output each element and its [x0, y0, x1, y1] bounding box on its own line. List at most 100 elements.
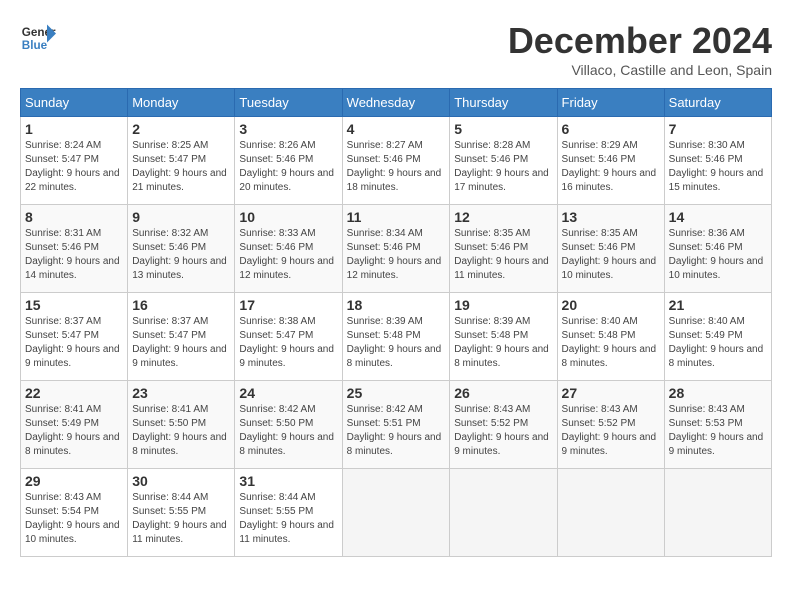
day-number: 26 [454, 385, 552, 401]
table-row: 7 Sunrise: 8:30 AMSunset: 5:46 PMDaylight… [664, 117, 771, 205]
table-row [450, 469, 557, 557]
table-row: 28 Sunrise: 8:43 AMSunset: 5:53 PMDayligh… [664, 381, 771, 469]
table-row: 14 Sunrise: 8:36 AMSunset: 5:46 PMDayligh… [664, 205, 771, 293]
day-info: Sunrise: 8:34 AMSunset: 5:46 PMDaylight:… [347, 227, 446, 283]
table-row: 1 Sunrise: 8:24 AMSunset: 5:47 PMDaylight… [21, 117, 128, 205]
day-number: 7 [669, 121, 767, 137]
day-number: 8 [25, 209, 123, 225]
month-title: December 2024 [508, 20, 772, 62]
day-number: 1 [25, 121, 123, 137]
day-number: 28 [669, 385, 767, 401]
day-number: 2 [132, 121, 230, 137]
table-row: 11 Sunrise: 8:34 AMSunset: 5:46 PMDayligh… [342, 205, 450, 293]
day-info: Sunrise: 8:43 AMSunset: 5:52 PMDaylight:… [454, 403, 552, 459]
day-number: 24 [239, 385, 337, 401]
col-wednesday: Wednesday [342, 89, 450, 117]
day-number: 4 [347, 121, 446, 137]
col-tuesday: Tuesday [235, 89, 342, 117]
day-number: 13 [562, 209, 660, 225]
day-info: Sunrise: 8:42 AMSunset: 5:50 PMDaylight:… [239, 403, 337, 459]
day-number: 10 [239, 209, 337, 225]
table-row: 21 Sunrise: 8:40 AMSunset: 5:49 PMDayligh… [664, 293, 771, 381]
table-row: 31 Sunrise: 8:44 AMSunset: 5:55 PMDayligh… [235, 469, 342, 557]
day-info: Sunrise: 8:25 AMSunset: 5:47 PMDaylight:… [132, 139, 230, 195]
day-info: Sunrise: 8:27 AMSunset: 5:46 PMDaylight:… [347, 139, 446, 195]
day-info: Sunrise: 8:40 AMSunset: 5:48 PMDaylight:… [562, 315, 660, 371]
day-number: 18 [347, 297, 446, 313]
day-number: 21 [669, 297, 767, 313]
day-info: Sunrise: 8:26 AMSunset: 5:46 PMDaylight:… [239, 139, 337, 195]
day-number: 14 [669, 209, 767, 225]
table-row: 22 Sunrise: 8:41 AMSunset: 5:49 PMDayligh… [21, 381, 128, 469]
day-info: Sunrise: 8:41 AMSunset: 5:49 PMDaylight:… [25, 403, 123, 459]
day-number: 27 [562, 385, 660, 401]
table-row: 9Sunrise: 8:32 AMSunset: 5:46 PMDaylight… [128, 205, 235, 293]
day-number: 12 [454, 209, 552, 225]
location: Villaco, Castille and Leon, Spain [508, 62, 772, 78]
day-number: 23 [132, 385, 230, 401]
table-row: 3 Sunrise: 8:26 AMSunset: 5:46 PMDaylight… [235, 117, 342, 205]
table-row [557, 469, 664, 557]
day-number: 6 [562, 121, 660, 137]
table-row: 6 Sunrise: 8:29 AMSunset: 5:46 PMDaylight… [557, 117, 664, 205]
table-row: 2 Sunrise: 8:25 AMSunset: 5:47 PMDaylight… [128, 117, 235, 205]
table-row: 23Sunrise: 8:41 AMSunset: 5:50 PMDayligh… [128, 381, 235, 469]
day-info: Sunrise: 8:37 AMSunset: 5:47 PMDaylight:… [132, 315, 230, 371]
table-row: 24 Sunrise: 8:42 AMSunset: 5:50 PMDayligh… [235, 381, 342, 469]
day-info: Sunrise: 8:29 AMSunset: 5:46 PMDaylight:… [562, 139, 660, 195]
day-number: 3 [239, 121, 337, 137]
day-number: 30 [132, 473, 230, 489]
day-info: Sunrise: 8:38 AMSunset: 5:47 PMDaylight:… [239, 315, 337, 371]
day-number: 16 [132, 297, 230, 313]
day-info: Sunrise: 8:39 AMSunset: 5:48 PMDaylight:… [347, 315, 446, 371]
table-row: 5 Sunrise: 8:28 AMSunset: 5:46 PMDaylight… [450, 117, 557, 205]
table-row: 20Sunrise: 8:40 AMSunset: 5:48 PMDayligh… [557, 293, 664, 381]
day-info: Sunrise: 8:35 AMSunset: 5:46 PMDaylight:… [454, 227, 552, 283]
calendar-header-row: Sunday Monday Tuesday Wednesday Thursday… [21, 89, 772, 117]
day-info: Sunrise: 8:44 AMSunset: 5:55 PMDaylight:… [239, 491, 337, 547]
day-info: Sunrise: 8:28 AMSunset: 5:46 PMDaylight:… [454, 139, 552, 195]
day-info: Sunrise: 8:37 AMSunset: 5:47 PMDaylight:… [25, 315, 123, 371]
day-info: Sunrise: 8:30 AMSunset: 5:46 PMDaylight:… [669, 139, 767, 195]
calendar-week-row: 1 Sunrise: 8:24 AMSunset: 5:47 PMDaylight… [21, 117, 772, 205]
day-info: Sunrise: 8:32 AMSunset: 5:46 PMDaylight:… [132, 227, 230, 283]
col-sunday: Sunday [21, 89, 128, 117]
col-saturday: Saturday [664, 89, 771, 117]
table-row: 16 Sunrise: 8:37 AMSunset: 5:47 PMDayligh… [128, 293, 235, 381]
table-row [342, 469, 450, 557]
page-header: General Blue December 2024 Villaco, Cast… [20, 20, 772, 78]
day-number: 29 [25, 473, 123, 489]
day-info: Sunrise: 8:36 AMSunset: 5:46 PMDaylight:… [669, 227, 767, 283]
table-row: 18 Sunrise: 8:39 AMSunset: 5:48 PMDayligh… [342, 293, 450, 381]
table-row: 19Sunrise: 8:39 AMSunset: 5:48 PMDayligh… [450, 293, 557, 381]
day-number: 17 [239, 297, 337, 313]
table-row: 26 Sunrise: 8:43 AMSunset: 5:52 PMDayligh… [450, 381, 557, 469]
logo: General Blue [20, 20, 56, 56]
day-info: Sunrise: 8:43 AMSunset: 5:53 PMDaylight:… [669, 403, 767, 459]
table-row: 13 Sunrise: 8:35 AMSunset: 5:46 PMDayligh… [557, 205, 664, 293]
day-number: 15 [25, 297, 123, 313]
day-number: 31 [239, 473, 337, 489]
table-row [664, 469, 771, 557]
table-row: 15 Sunrise: 8:37 AMSunset: 5:47 PMDayligh… [21, 293, 128, 381]
day-info: Sunrise: 8:43 AMSunset: 5:52 PMDaylight:… [562, 403, 660, 459]
table-row: 10 Sunrise: 8:33 AMSunset: 5:46 PMDayligh… [235, 205, 342, 293]
day-info: Sunrise: 8:40 AMSunset: 5:49 PMDaylight:… [669, 315, 767, 371]
day-number: 11 [347, 209, 446, 225]
col-monday: Monday [128, 89, 235, 117]
day-number: 5 [454, 121, 552, 137]
day-info: Sunrise: 8:43 AMSunset: 5:54 PMDaylight:… [25, 491, 123, 547]
calendar-table: Sunday Monday Tuesday Wednesday Thursday… [20, 88, 772, 557]
day-number: 19 [454, 297, 552, 313]
logo-icon: General Blue [20, 20, 56, 56]
calendar-week-row: 22 Sunrise: 8:41 AMSunset: 5:49 PMDayligh… [21, 381, 772, 469]
day-number: 22 [25, 385, 123, 401]
day-info: Sunrise: 8:35 AMSunset: 5:46 PMDaylight:… [562, 227, 660, 283]
table-row: 12 Sunrise: 8:35 AMSunset: 5:46 PMDayligh… [450, 205, 557, 293]
col-friday: Friday [557, 89, 664, 117]
calendar-week-row: 15 Sunrise: 8:37 AMSunset: 5:47 PMDayligh… [21, 293, 772, 381]
svg-text:Blue: Blue [22, 39, 48, 52]
day-info: Sunrise: 8:24 AMSunset: 5:47 PMDaylight:… [25, 139, 123, 195]
table-row: 8Sunrise: 8:31 AMSunset: 5:46 PMDaylight… [21, 205, 128, 293]
day-info: Sunrise: 8:33 AMSunset: 5:46 PMDaylight:… [239, 227, 337, 283]
